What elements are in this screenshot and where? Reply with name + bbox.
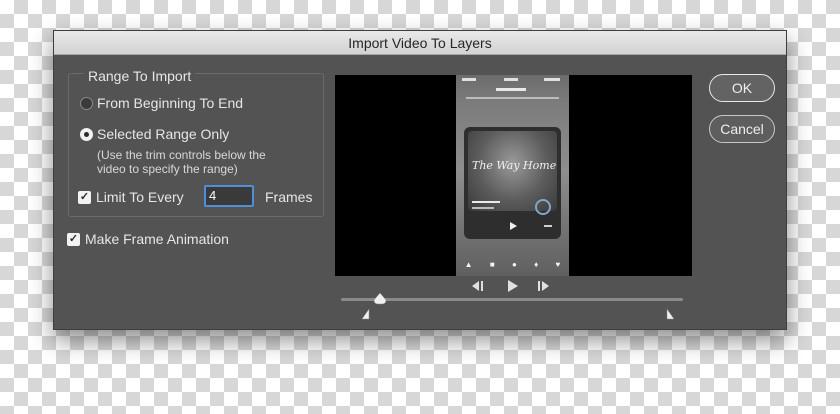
limit-frames-input[interactable]: 4 — [204, 185, 254, 207]
limit-checkbox[interactable]: ✓ — [78, 191, 91, 204]
radio-selected-range[interactable] — [80, 128, 93, 141]
cancel-button[interactable]: Cancel — [709, 115, 775, 143]
video-frame: The Way Home ▲ ■ ● ♦ ♥ — [456, 75, 569, 276]
step-back-icon[interactable] — [472, 281, 483, 291]
playhead-handle-icon[interactable] — [373, 292, 387, 306]
scrubber-track[interactable] — [341, 298, 683, 301]
phone-status-bar-icon — [462, 78, 560, 99]
limit-label: Limit To Every — [96, 189, 184, 205]
radio-beginning-to-end[interactable] — [80, 97, 93, 110]
card-overlay-icon — [472, 199, 552, 230]
nav-search-icon: ♥ — [555, 260, 561, 269]
step-forward-icon[interactable] — [538, 281, 549, 291]
trim-start-handle-icon[interactable] — [361, 308, 371, 320]
player-card: The Way Home — [464, 127, 561, 239]
nav-home-icon: ▲ — [464, 260, 473, 269]
ok-button[interactable]: OK — [709, 74, 775, 102]
import-video-dialog: Import Video To Layers Range To Import F… — [53, 30, 787, 330]
nav-library-icon: ♦ — [534, 260, 539, 269]
range-hint-line2: video to specify the range) — [97, 162, 238, 176]
phone-nav-bar: ▲ ■ ● ♦ ♥ — [456, 260, 569, 274]
playback-controls — [472, 280, 549, 292]
nav-radio-icon: ● — [512, 260, 517, 269]
range-group-label: Range To Import — [84, 68, 196, 84]
play-icon[interactable] — [508, 280, 518, 292]
trim-end-handle-icon[interactable] — [665, 308, 675, 320]
dialog-title: Import Video To Layers — [54, 31, 786, 55]
option-beginning-to-end-label[interactable]: From Beginning To End — [97, 95, 243, 111]
frame-animation-checkbox[interactable]: ✓ — [67, 233, 80, 246]
option-selected-range-label[interactable]: Selected Range Only — [97, 126, 229, 142]
range-hint-line1: (Use the trim controls below the — [97, 148, 266, 162]
frames-label: Frames — [265, 189, 313, 205]
video-preview: The Way Home ▲ ■ ● ♦ ♥ — [335, 75, 692, 276]
nav-browse-icon: ■ — [489, 260, 495, 269]
frame-animation-label: Make Frame Animation — [85, 231, 229, 247]
